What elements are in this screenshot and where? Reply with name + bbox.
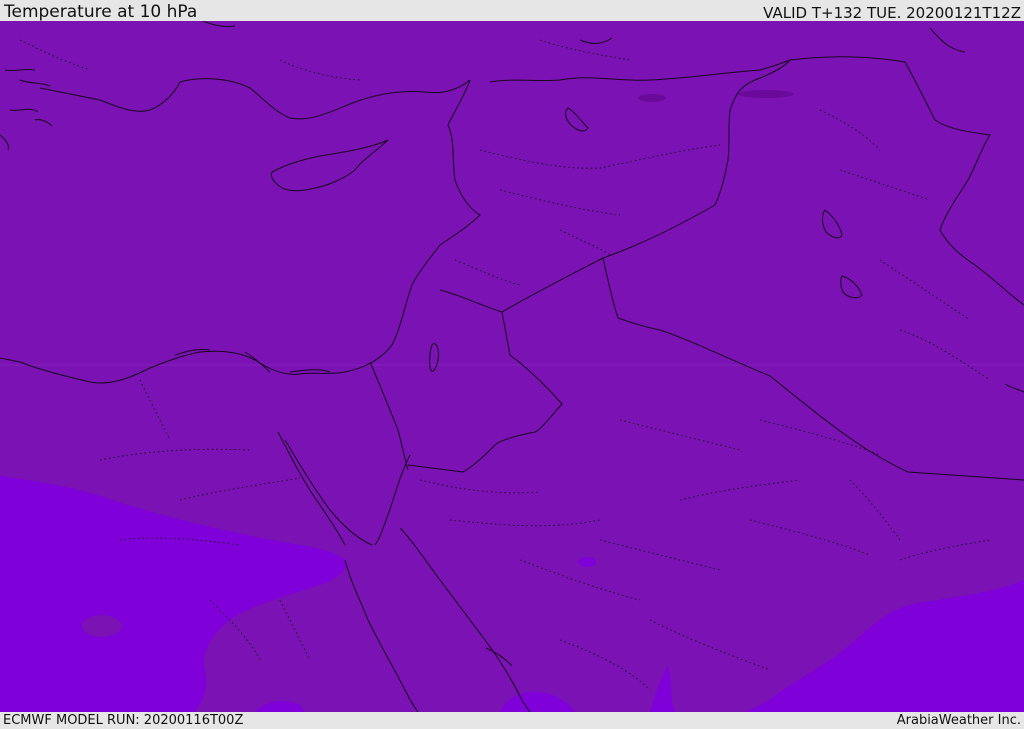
cold-spot-syria bbox=[638, 94, 666, 102]
valid-time: VALID T+132 TUE. 20200121T12Z bbox=[763, 4, 1021, 22]
map-title: Temperature at 10 hPa bbox=[4, 2, 198, 22]
temperature-map[interactable] bbox=[0, 21, 1024, 712]
map-canvas bbox=[0, 21, 1024, 712]
contour-libya bbox=[82, 615, 122, 637]
cold-spot-iraq bbox=[738, 90, 794, 98]
footer-bar: ECMWF MODEL RUN: 20200116T00Z ArabiaWeat… bbox=[0, 712, 1024, 729]
credit-label: ArabiaWeather Inc. bbox=[896, 713, 1021, 728]
contour-saudi bbox=[578, 557, 596, 567]
model-run-label: ECMWF MODEL RUN: 20200116T00Z bbox=[3, 713, 244, 728]
header-bar: Temperature at 10 hPa VALID T+132 TUE. 2… bbox=[0, 0, 1024, 22]
